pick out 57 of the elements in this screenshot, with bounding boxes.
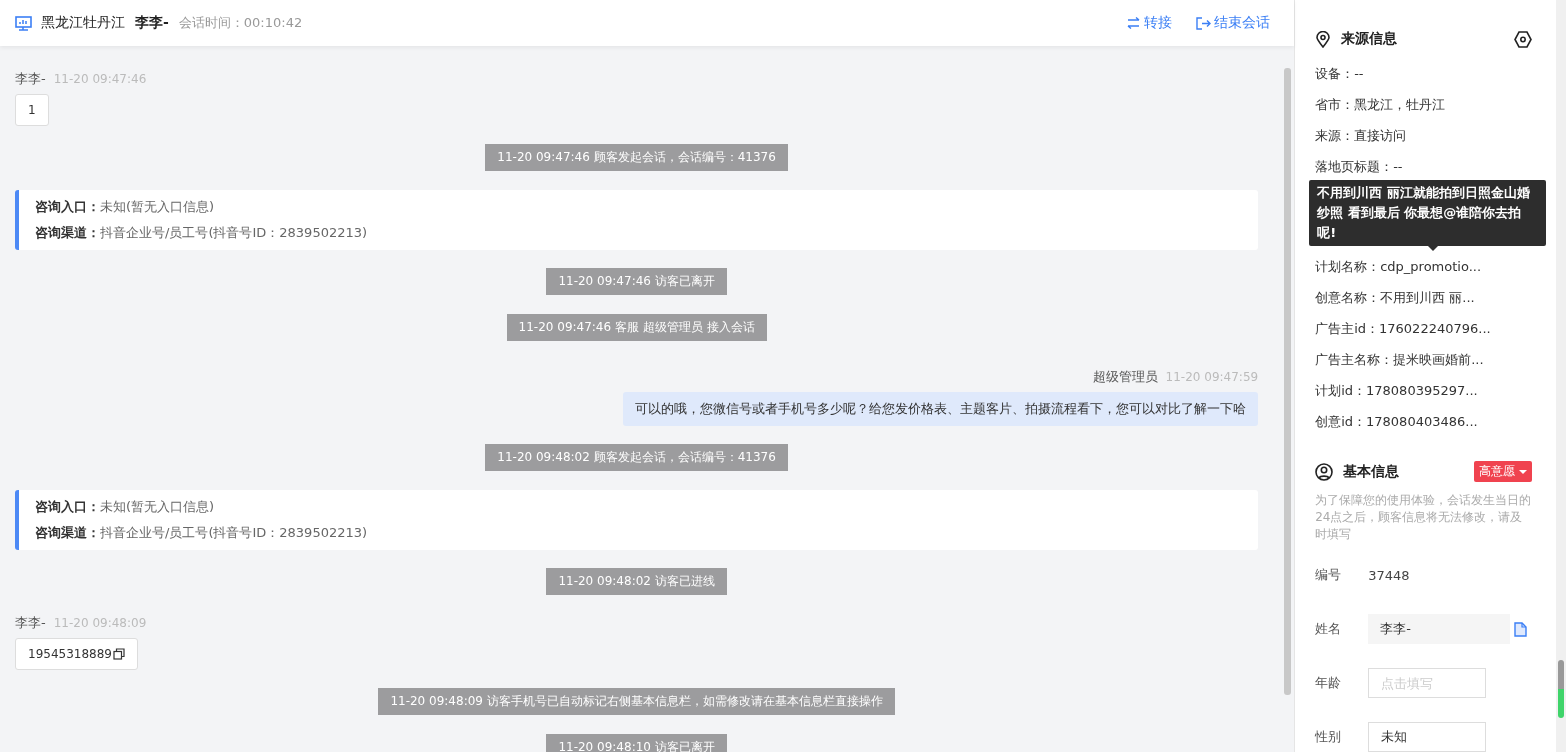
source-field: 广告主名称：提米映画婚前... [1315,348,1532,379]
user-circle-icon [1315,462,1334,481]
field-label: 编号 [1315,566,1343,584]
message-time: 11-20 09:47:46 [53,72,147,86]
sender-name: 李李- [15,70,46,88]
source-field: 来源：直接访问 [1315,124,1532,155]
notice-text: 为了保障您的使用体验，会话发生当日的24点之后，顾客信息将无法修改，请及时填写 [1315,492,1532,543]
document-icon[interactable] [1514,621,1528,637]
input-field[interactable]: 未知 [1368,722,1487,752]
sender-name: 超级管理员 [1092,368,1158,386]
source-field: 计划名称：cdp_promotio... [1315,255,1532,286]
system-notice: 11-20 09:47:46 访客已离开 [546,268,727,295]
field-label: 年龄 [1315,674,1343,692]
info-line: 咨询渠道：抖音企业号/员工号(抖音号ID：2839502213) [35,224,369,242]
settings-icon[interactable] [1514,30,1532,48]
section-title: 基本信息 [1343,462,1400,481]
message-time: 11-20 09:47:59 [1165,370,1259,384]
source-field: 创意id：178080403486... [1315,410,1532,441]
scrollbar[interactable] [1556,0,1566,752]
section-title: 来源信息 [1341,30,1398,48]
info-line: 咨询入口：未知(暂无入口信息) [35,498,216,516]
location-text: 黑龙江牡丹江 [41,14,125,32]
field-label: 性别 [1315,728,1343,746]
source-field: 创意名称：不用到川西 丽... [1315,286,1532,317]
field-label: 姓名 [1315,620,1343,638]
duration-label: 会话时间：00:10:42 [178,14,303,32]
source-field: 设备：-- [1315,62,1532,93]
exit-icon [1196,16,1212,30]
message-bubble: 1 [15,94,49,126]
tooltip-arrow-icon [1428,246,1439,251]
message-bubble: 可以的哦，您微信号或者手机号多少呢？给您发价格表、主题客片、拍摄流程看下，您可以对比了解一下哈 [623,392,1259,426]
copy-icon[interactable] [113,648,125,660]
sender-name: 李李- [15,614,46,632]
system-notice: 11-20 09:47:46 客服 超级管理员 接入会话 [506,314,767,341]
system-notice: 11-20 09:48:10 访客已离开 [546,734,727,752]
system-notice: 11-20 09:48:02 顾客发起会话，会话编号：41376 [485,444,788,471]
monitor-icon [15,15,32,31]
system-notice: 11-20 09:48:09 访客手机号已自动标记右侧基本信息栏，如需修改请在基本信息栏直接操作 [378,688,895,715]
swap-arrows-icon [1126,17,1142,29]
system-notice: 11-20 09:47:46 顾客发起会话，会话编号：41376 [485,144,788,171]
message-bubble: 19545318889 [15,638,138,670]
system-notice: 11-20 09:48:02 访客已进线 [546,568,727,595]
transfer-link[interactable]: 转接 [1126,14,1173,32]
source-field: 广告主id：176022240796... [1315,317,1532,348]
visitor-name: 李李- [135,14,169,32]
field-value: 37448 [1368,567,1410,583]
end-session-link[interactable]: 结束会话 [1196,14,1271,32]
scrollbar[interactable] [1284,68,1292,695]
tooltip: 不用到川西 丽江就能拍到日照金山婚纱照 看到最后 你最想@谁陪你去拍呢! [1309,180,1546,246]
message-time: 11-20 09:48:09 [53,616,147,630]
source-field: 计划id：178080395297... [1315,379,1532,410]
location-pin-icon [1315,30,1332,48]
info-line: 咨询入口：未知(暂无入口信息) [35,198,216,216]
name-field[interactable]: 李李- [1368,614,1511,644]
source-field: 省市：黑龙江，牡丹江 [1315,93,1532,124]
info-line: 咨询渠道：抖音企业号/员工号(抖音号ID：2839502213) [35,524,369,542]
intent-dropdown[interactable]: 高意愿 [1474,461,1532,482]
